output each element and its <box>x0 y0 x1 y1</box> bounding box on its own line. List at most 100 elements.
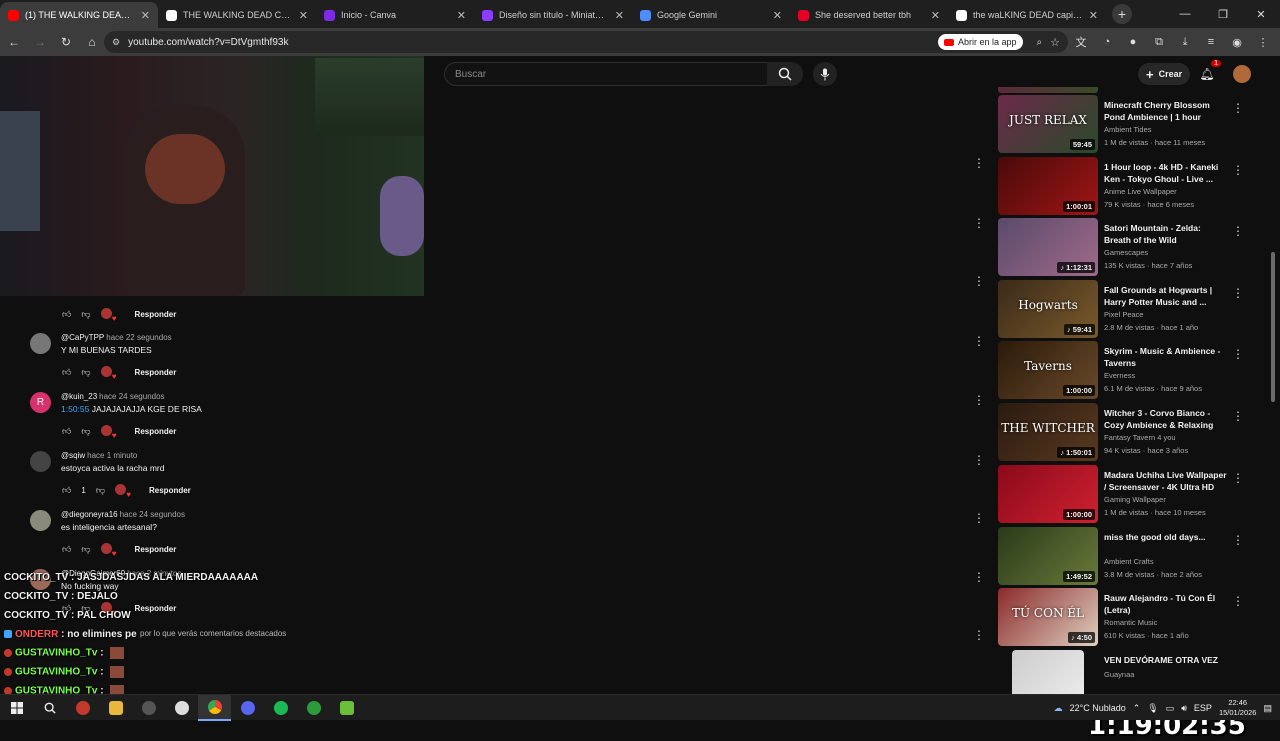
thumbs-down-icon[interactable]: 👎︎ <box>81 426 90 437</box>
site-info-icon[interactable]: ⚙ <box>112 37 120 48</box>
taskbar-app-xbox[interactable] <box>297 695 330 721</box>
language-indicator[interactable]: ESP <box>1194 703 1212 713</box>
more-actions-icon[interactable]: ⋮ <box>973 511 985 525</box>
reply-button[interactable]: Responder <box>135 310 177 319</box>
close-tab-icon[interactable]: ✕ <box>773 9 782 22</box>
volume-icon[interactable]: 🔊︎ <box>1181 703 1187 714</box>
recommended-video[interactable]: 1:00:00 Madara Uchiha Live Wallpaper / Sc… <box>998 465 1248 527</box>
channel-name[interactable]: Ambient Crafts <box>1104 557 1154 566</box>
taskbar-app-explorer[interactable] <box>99 695 132 721</box>
video-title[interactable]: Fall Grounds at Hogwarts | Harry Potter … <box>1104 284 1230 308</box>
more-actions-icon[interactable]: ⋮ <box>1232 533 1244 547</box>
thumbs-up-icon[interactable]: 👍︎ <box>62 367 71 378</box>
recommended-video[interactable]: 1:00:01 1 Hour loop - 4k HD - Kaneki Ken … <box>998 157 1248 219</box>
video-thumbnail[interactable]: JUST RELAX 59:45 <box>998 95 1098 153</box>
avatar[interactable] <box>30 510 51 531</box>
more-actions-icon[interactable]: ⋮ <box>1232 347 1244 361</box>
channel-name[interactable]: Everness <box>1104 371 1135 380</box>
weather-text[interactable]: 22°C Nublado <box>1070 703 1126 713</box>
video-title[interactable]: Minecraft Cherry Blossom Pond Ambience |… <box>1104 99 1230 123</box>
video-thumbnail[interactable]: TÚ CON ÉL ♪ 4:50 <box>998 588 1098 646</box>
avatar[interactable] <box>30 333 51 354</box>
forward-icon[interactable]: → <box>28 30 52 54</box>
reply-button[interactable]: Responder <box>135 368 177 377</box>
video-title[interactable]: Skyrim - Music & Ambience - Taverns <box>1104 345 1230 369</box>
thumbs-down-icon[interactable]: 👎︎ <box>96 485 105 496</box>
timestamp-link[interactable]: 1:50:55 <box>61 404 89 414</box>
notifications-icon[interactable]: ▤ <box>1263 703 1272 714</box>
video-thumbnail[interactable]: 1:49:52 <box>998 527 1098 585</box>
restore-icon[interactable]: ❐ <box>1204 0 1242 28</box>
reload-icon[interactable]: ↻ <box>54 30 78 54</box>
close-tab-icon[interactable]: ✕ <box>457 9 466 22</box>
thumbs-down-icon[interactable]: 👎︎ <box>81 544 90 555</box>
url-text[interactable]: youtube.com/watch?v=DtVgmthf93k <box>128 37 930 48</box>
back-icon[interactable]: ← <box>2 30 26 54</box>
scrollbar-thumb[interactable] <box>1271 252 1275 402</box>
taskbar-app-discord[interactable] <box>231 695 264 721</box>
channel-name[interactable]: Romantic Music <box>1104 618 1157 627</box>
chevron-up-icon[interactable]: ⌃ <box>1133 703 1141 714</box>
search-button[interactable] <box>767 62 803 86</box>
thumbs-up-icon[interactable]: 👍︎ <box>62 544 71 555</box>
video-player[interactable] <box>0 56 424 296</box>
more-actions-icon[interactable]: ⋮ <box>1232 163 1244 177</box>
video-title[interactable]: Witcher 3 - Corvo Bianco - Cozy Ambience… <box>1104 407 1230 431</box>
address-bar[interactable]: ⚙ youtube.com/watch?v=DtVgmthf93k Abrir … <box>104 31 1068 53</box>
more-actions-icon[interactable]: ⋮ <box>973 453 985 467</box>
thumbs-up-icon[interactable]: 👍︎ <box>62 426 71 437</box>
comment-author[interactable]: @kuin_23 <box>61 392 97 401</box>
minimize-icon[interactable]: — <box>1166 0 1204 28</box>
reply-button[interactable]: Responder <box>135 545 177 554</box>
create-button[interactable]: + Crear <box>1138 63 1191 85</box>
close-tab-icon[interactable]: ✕ <box>615 9 624 22</box>
media-icon[interactable]: ≡ <box>1200 31 1222 53</box>
taskbar-app-chrome[interactable] <box>198 694 231 721</box>
start-button[interactable] <box>0 695 33 721</box>
more-actions-icon[interactable]: ⋮ <box>973 570 985 584</box>
reply-button[interactable]: Responder <box>135 604 177 613</box>
account-avatar[interactable] <box>1233 65 1251 83</box>
browser-tab[interactable]: She deserved better tbh ✕ <box>790 2 948 28</box>
recommended-video[interactable]: 1:49:52 miss the good old days... Ambient … <box>998 527 1248 589</box>
browser-tab[interactable]: Inicio - Canva ✕ <box>316 2 474 28</box>
network-icon[interactable]: ▭ <box>1166 703 1175 714</box>
taskbar-app-minecraft[interactable] <box>330 695 363 721</box>
video-thumbnail[interactable]: 1:00:01 <box>998 157 1098 215</box>
more-actions-icon[interactable]: ⋮ <box>1232 224 1244 238</box>
more-actions-icon[interactable]: ⋮ <box>1232 471 1244 485</box>
browser-tab[interactable]: Diseño sin título - Miniatura pa ✕ <box>474 2 632 28</box>
avatar[interactable] <box>30 451 51 472</box>
comment-time[interactable]: hace 24 segundos <box>99 392 164 401</box>
taskbar-app-obs[interactable] <box>132 695 165 721</box>
comment-author[interactable]: @CaPyTPP <box>61 333 104 342</box>
browser-tab[interactable]: Google Gemini ✕ <box>632 2 790 28</box>
video-title[interactable]: Rauw Alejandro - Tú Con Él (Letra) <box>1104 592 1230 616</box>
translate-icon[interactable]: 文 <box>1070 31 1092 53</box>
open-in-app-button[interactable]: Abrir en la app <box>937 34 1023 50</box>
video-title[interactable]: Madara Uchiha Live Wallpaper / Screensav… <box>1104 469 1230 493</box>
recommended-video[interactable]: JUST RELAX 59:45 Minecraft Cherry Blossom … <box>998 95 1248 157</box>
channel-name[interactable]: Gaming Wallpaper <box>1104 495 1166 504</box>
video-thumbnail[interactable]: Hogwarts ♪ 59:41 <box>998 280 1098 338</box>
page-scrollbar[interactable] <box>1270 62 1276 692</box>
channel-name[interactable]: Gamescapes <box>1104 248 1148 257</box>
video-title[interactable]: miss the good old days... <box>1104 531 1230 543</box>
recommended-video[interactable]: TÚ CON ÉL ♪ 4:50 Rauw Alejandro - Tú Con É… <box>998 588 1248 650</box>
comment-time[interactable]: hace 24 segundos <box>120 510 185 519</box>
close-window-icon[interactable]: ✕ <box>1242 0 1280 28</box>
video-thumbnail[interactable]: Taverns 1:00:00 <box>998 341 1098 399</box>
reply-button[interactable]: Responder <box>149 486 191 495</box>
taskbar-app-opera[interactable] <box>66 695 99 721</box>
close-tab-icon[interactable]: ✕ <box>931 9 940 22</box>
profile-icon[interactable]: ◉ <box>1226 31 1248 53</box>
more-actions-icon[interactable]: ⋮ <box>1232 101 1244 115</box>
search-taskbar-button[interactable] <box>33 695 66 721</box>
browser-tab[interactable]: the waLKING DEAD capitulo 1 ✕ <box>948 2 1106 28</box>
microphone-icon[interactable]: 🎙︎ <box>1147 703 1158 714</box>
extensions-puzzle-icon[interactable]: ⧉ <box>1148 31 1170 53</box>
menu-icon[interactable]: ⋮ <box>1252 31 1274 53</box>
taskbar-app-valorant[interactable] <box>165 695 198 721</box>
thumbs-up-icon[interactable]: 👍︎ <box>62 485 71 496</box>
recommended-video[interactable]: THE WITCHER ♪ 1:50:01 Witcher 3 - Corvo Bi… <box>998 403 1248 465</box>
